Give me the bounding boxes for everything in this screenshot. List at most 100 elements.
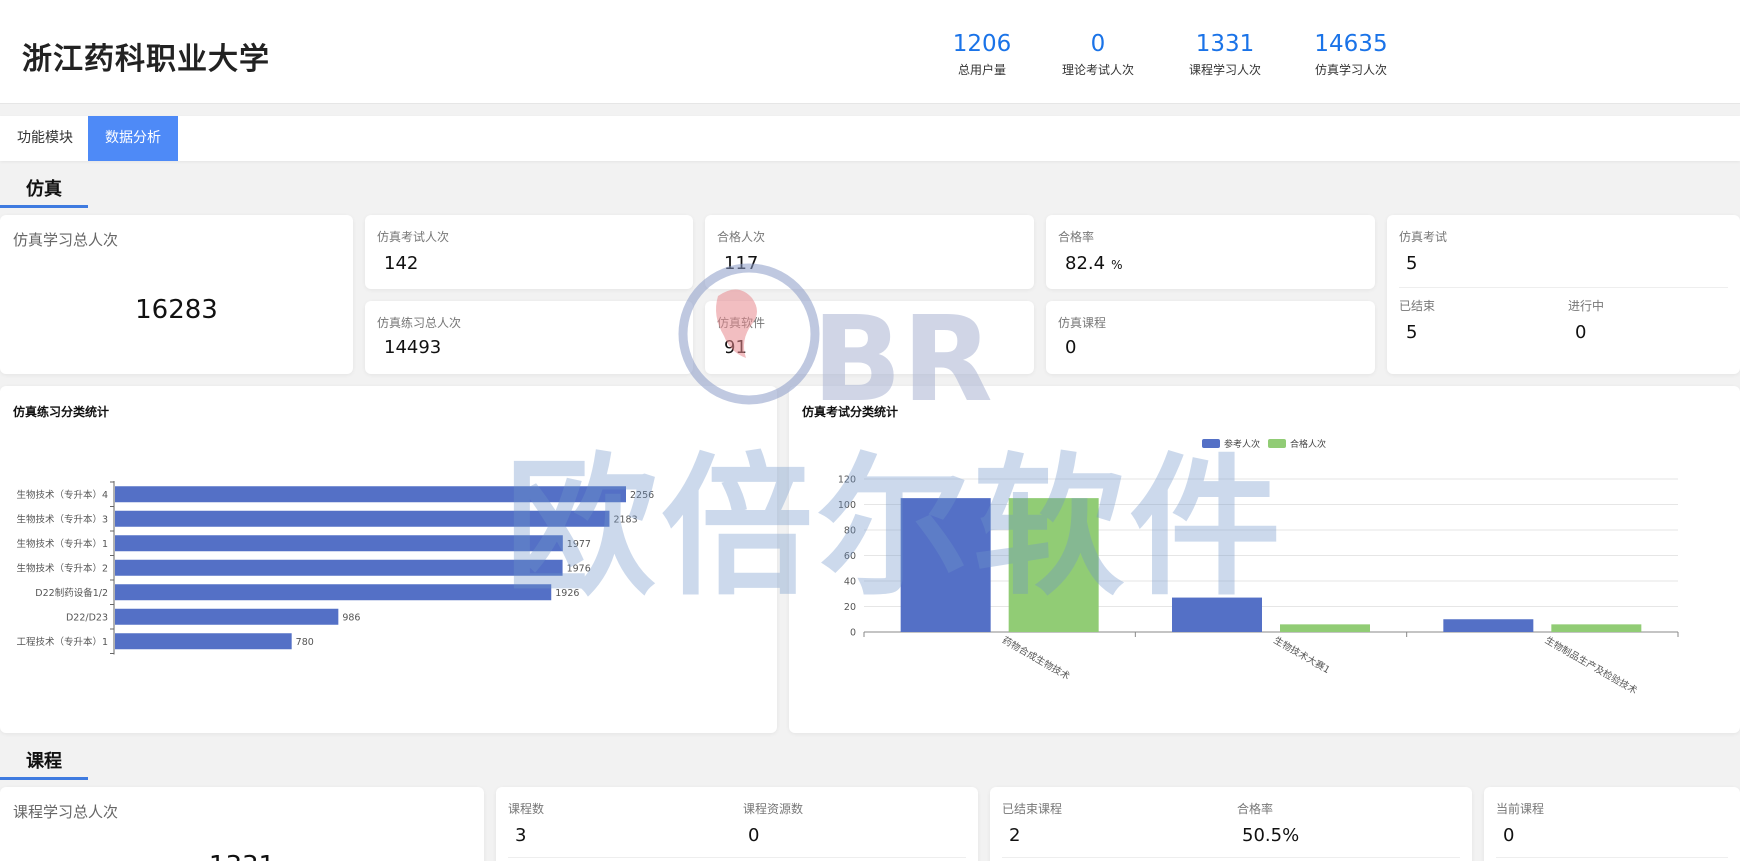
data-label: 1977 bbox=[567, 539, 591, 550]
sim-exam-card: 仿真考试 5 已结束 5 进行中 0 bbox=[1387, 215, 1740, 374]
card-label: 仿真学习总人次 bbox=[13, 231, 119, 249]
exam-ongoing-label: 进行中 bbox=[1568, 299, 1605, 313]
stat-label: 课程学习人次 bbox=[1188, 63, 1261, 77]
card-value: 0 bbox=[1503, 825, 1515, 846]
sim-software-card: 仿真软件 91 bbox=[705, 301, 1034, 374]
category-label: D22/D23 bbox=[66, 612, 108, 623]
card-value: 91 bbox=[724, 337, 747, 358]
course-pass-rate-label: 合格率 bbox=[1237, 802, 1274, 816]
x-tick-label: 生物技术大赛1 bbox=[1272, 634, 1333, 676]
card-label: 课程学习总人次 bbox=[13, 803, 119, 821]
category-label: 生物技术（专升本）2 bbox=[16, 562, 108, 574]
bar bbox=[1280, 624, 1370, 632]
stat-label: 仿真学习人次 bbox=[1314, 63, 1387, 77]
stat-value: 14635 bbox=[1314, 31, 1388, 57]
resource-count-label: 课程资源数 bbox=[743, 802, 804, 816]
category-label: 生物技术（专升本）3 bbox=[16, 513, 108, 525]
bar bbox=[115, 608, 339, 625]
stat-label: 总用户量 bbox=[957, 63, 1006, 77]
legend-label: 参考人次 bbox=[1224, 438, 1260, 450]
category-label: 工程技术（专升本）1 bbox=[16, 636, 108, 648]
bar bbox=[115, 559, 563, 576]
section-title-sim: 仿真 bbox=[0, 172, 88, 208]
sim-pass-rate-card: 合格率 82.4% bbox=[1046, 215, 1375, 289]
stat-value: 1331 bbox=[1195, 31, 1255, 57]
y-tick-label: 40 bbox=[844, 577, 856, 588]
card-divider bbox=[1399, 287, 1728, 288]
top-header: 浙江药科职业大学 1206 总用户量 0 理论考试人次 1331 课程学习人次 … bbox=[0, 0, 1740, 104]
section-title-course: 课程 bbox=[0, 744, 88, 780]
sim-total-card: 仿真学习总人次 16283 bbox=[0, 215, 353, 374]
card-label: 合格率 bbox=[1058, 230, 1095, 244]
bar bbox=[115, 510, 610, 527]
exam-ongoing-value: 0 bbox=[1575, 322, 1587, 343]
card-label: 仿真课程 bbox=[1058, 316, 1107, 330]
data-label: 2183 bbox=[613, 514, 637, 525]
stat-label: 理论考试人次 bbox=[1061, 63, 1134, 77]
card-value: 14493 bbox=[384, 337, 442, 358]
exam-ended-value: 5 bbox=[1406, 322, 1418, 343]
practice-chart-card: 仿真练习分类统计 生物技术（专升本）4 2256 生物技术（专升本）3 2183 生物技… bbox=[0, 386, 777, 733]
card-divider bbox=[1002, 857, 1460, 858]
exam-ended-label: 已结束 bbox=[1399, 299, 1436, 313]
y-tick-label: 100 bbox=[838, 500, 856, 511]
resource-count-value: 0 bbox=[748, 825, 760, 846]
bar bbox=[1172, 597, 1262, 632]
category-label: 生物技术（专升本）1 bbox=[16, 538, 108, 550]
data-label: 2256 bbox=[630, 490, 654, 501]
practice-bar-chart: 生物技术（专升本）4 2256 生物技术（专升本）3 2183 生物技术（专升本）1 19… bbox=[16, 481, 654, 655]
card-value: 16283 bbox=[135, 295, 218, 325]
course-count-card: 课程数 3 课程资源数 0 bbox=[496, 787, 978, 861]
sim-pass-count-card: 合格人次 117 bbox=[705, 215, 1034, 289]
card-label: 当前课程 bbox=[1496, 802, 1545, 816]
bar bbox=[115, 584, 552, 601]
tab-function-modules[interactable]: 功能模块 bbox=[0, 116, 90, 161]
legend-label: 合格人次 bbox=[1290, 438, 1326, 450]
sim-practice-card: 仿真练习总人次 14493 bbox=[365, 301, 693, 374]
tab-data-analysis[interactable]: 数据分析 bbox=[88, 116, 178, 161]
x-tick-label: 生物制品生产及检验技术 bbox=[1543, 634, 1640, 697]
legend-swatch bbox=[1202, 439, 1220, 448]
card-label: 已结束课程 bbox=[1002, 802, 1063, 816]
exam-bar-chart: 参考人次 合格人次 0 20 40 60 80 100 120 药物合成生物技术 生物技术大赛1 生物… bbox=[838, 438, 1679, 697]
card-label: 课程数 bbox=[508, 802, 545, 816]
card-value: 3 bbox=[515, 825, 527, 846]
tab-bar: 功能模块 数据分析 bbox=[0, 116, 1740, 161]
category-label: D22制药设备1/2 bbox=[35, 587, 108, 599]
current-courses-card: 当前课程 0 bbox=[1484, 787, 1740, 861]
stat-theory-exam: 0 理论考试人次 bbox=[1033, 30, 1163, 78]
data-label: 780 bbox=[296, 637, 314, 648]
y-tick-label: 120 bbox=[838, 475, 856, 486]
x-tick-label: 药物合成生物技术 bbox=[1000, 634, 1072, 683]
card-value: 82.4% bbox=[1065, 253, 1122, 274]
card-label: 仿真软件 bbox=[717, 316, 766, 330]
legend-swatch bbox=[1268, 439, 1286, 448]
card-label: 仿真练习总人次 bbox=[377, 316, 462, 330]
data-label: 986 bbox=[342, 612, 360, 623]
stat-sim-study: 14635 仿真学习人次 bbox=[1286, 30, 1416, 78]
y-tick-label: 60 bbox=[844, 551, 856, 562]
pass-rate-unit: % bbox=[1111, 258, 1123, 272]
card-value: 5 bbox=[1406, 253, 1418, 274]
card-label: 仿真考试人次 bbox=[377, 230, 450, 244]
card-divider bbox=[1496, 857, 1728, 858]
stat-value: 1206 bbox=[952, 31, 1012, 57]
school-title: 浙江药科职业大学 bbox=[22, 42, 270, 77]
stat-value: 0 bbox=[1090, 31, 1106, 57]
course-pass-rate-value: 50.5% bbox=[1242, 825, 1300, 846]
card-value: 142 bbox=[384, 253, 419, 274]
y-tick-label: 80 bbox=[844, 526, 856, 537]
card-divider bbox=[508, 857, 966, 858]
y-tick-label: 0 bbox=[850, 628, 856, 639]
bar bbox=[115, 535, 563, 552]
card-value: 1331 bbox=[0, 851, 484, 861]
y-tick-label: 20 bbox=[844, 602, 856, 613]
sim-course-card: 仿真课程 0 bbox=[1046, 301, 1375, 374]
bar bbox=[1008, 498, 1099, 632]
stat-total-users: 1206 总用户量 bbox=[917, 30, 1047, 78]
exam-chart-card: 仿真考试分类统计 参考人次 合格人次 0 20 40 60 80 100 120 药物合成生物技术… bbox=[789, 386, 1740, 733]
card-value: 0 bbox=[1065, 337, 1077, 358]
bar bbox=[900, 498, 991, 632]
category-label: 生物技术（专升本）4 bbox=[16, 489, 108, 501]
ended-courses-card: 已结束课程 2 合格率 50.5% bbox=[990, 787, 1472, 861]
